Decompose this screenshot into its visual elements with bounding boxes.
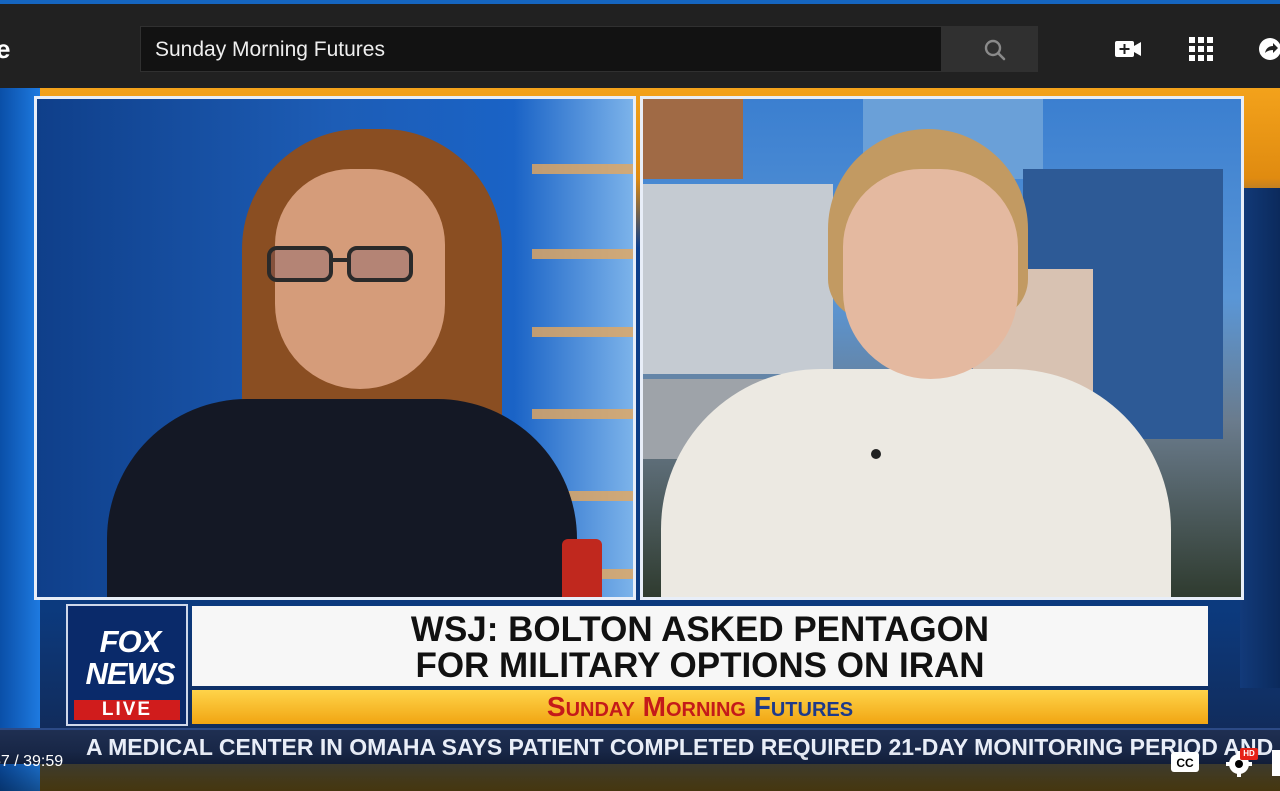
- share-icon[interactable]: [1256, 36, 1280, 62]
- youtube-logo[interactable]: e: [0, 34, 10, 65]
- youtube-header: e: [0, 0, 1280, 88]
- show-name-bar: Sunday Morning Futures: [192, 690, 1208, 724]
- more-options-button[interactable]: [1268, 748, 1280, 778]
- headline-line2: FOR MILITARY OPTIONS ON IRAN: [415, 646, 985, 685]
- hd-badge: HD: [1240, 748, 1258, 760]
- guest-torso: [661, 369, 1171, 597]
- apps-grid-icon[interactable]: [1187, 36, 1215, 62]
- guest-face: [843, 169, 1018, 379]
- captions-icon: CC: [1171, 752, 1199, 772]
- video-player[interactable]: FOX NEWS LIVE WSJ: BOLTON ASKED PENTAGON…: [0, 88, 1280, 791]
- captions-label: CC: [1176, 756, 1194, 770]
- search-box: [140, 26, 942, 72]
- fox-news-logo: FOX NEWS LIVE: [66, 604, 188, 726]
- network-name-line1: FOX: [99, 624, 162, 659]
- network-name-line2: NEWS: [85, 656, 176, 691]
- guest-video-panel: [640, 96, 1244, 600]
- show-name: Sunday Morning Futures: [192, 692, 1208, 722]
- create-video-icon[interactable]: [1114, 36, 1142, 62]
- more-icon: [1272, 750, 1280, 776]
- lower-third: FOX NEWS LIVE WSJ: BOLTON ASKED PENTAGON…: [66, 604, 1210, 726]
- headline-line1: WSJ: BOLTON ASKED PENTAGON: [410, 610, 990, 649]
- glasses: [267, 246, 413, 282]
- background-graphic: [1240, 188, 1280, 688]
- player-controls: [0, 750, 1280, 791]
- live-badge: LIVE: [74, 700, 180, 720]
- search-button[interactable]: [942, 26, 1038, 72]
- host-torso: [107, 399, 577, 597]
- time-display: 57 / 39:59: [0, 753, 64, 770]
- show-name-part1: Sunday Morning: [546, 691, 746, 722]
- lapel-mic: [871, 449, 881, 459]
- show-name-part2: Futures: [753, 691, 854, 722]
- host-video-panel: [34, 96, 636, 600]
- search-icon: [984, 39, 1006, 61]
- headline-box: WSJ: BOLTON ASKED PENTAGON FOR MILITARY …: [192, 606, 1208, 686]
- search-input[interactable]: [155, 37, 915, 63]
- headline: WSJ: BOLTON ASKED PENTAGON FOR MILITARY …: [192, 612, 1208, 684]
- chair: [562, 539, 602, 597]
- captions-button[interactable]: CC: [1170, 751, 1200, 773]
